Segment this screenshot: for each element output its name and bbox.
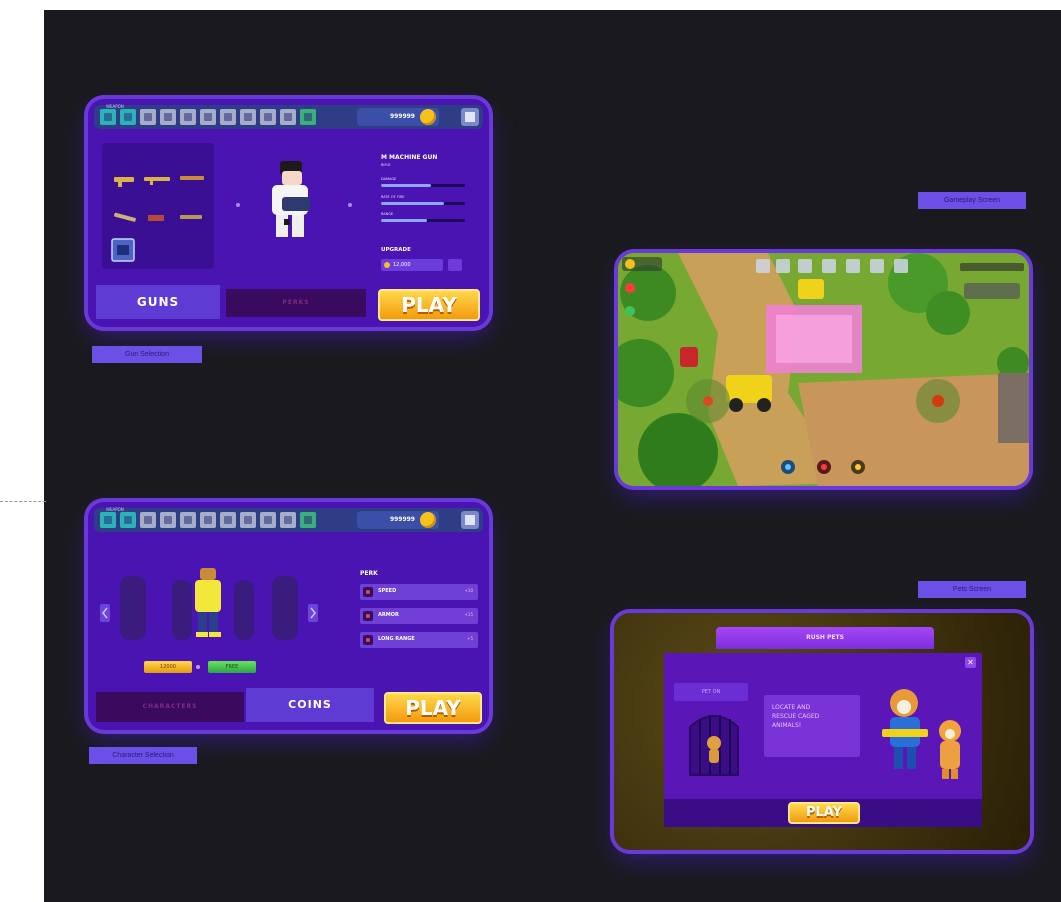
label-pets-screen: Pets Screen — [918, 581, 1026, 598]
gameplay-screen — [618, 253, 1029, 486]
tab-category[interactable] — [100, 512, 116, 528]
message-line: RESCUE CAGED — [772, 713, 820, 720]
upgrade-cost: 12,000 — [393, 262, 411, 268]
design-canvas: WEAPON 999999 M MACHINE GUN RIFLE DAMAGE… — [0, 10, 1061, 902]
coin-amount: 999999 — [389, 516, 415, 523]
tab-coins[interactable]: COINS — [246, 688, 374, 722]
tab-category[interactable] — [240, 512, 256, 528]
game-world — [618, 253, 1029, 486]
stat-bar — [381, 219, 465, 222]
tab-category[interactable] — [280, 512, 296, 528]
tab-category[interactable] — [260, 109, 276, 125]
tab-category[interactable] — [300, 109, 316, 125]
stat-bar — [381, 202, 465, 205]
tab-category[interactable] — [180, 109, 196, 125]
store-icon[interactable] — [461, 511, 479, 529]
gun-thumbnails — [111, 176, 204, 262]
tab-characters[interactable]: CHARACTERS — [96, 692, 244, 722]
tab-category[interactable] — [260, 512, 276, 528]
tab-category[interactable] — [160, 109, 176, 125]
message-line: ANIMALS! — [772, 722, 802, 729]
tab-category[interactable] — [200, 109, 216, 125]
tab-category[interactable] — [120, 109, 136, 125]
tab-category[interactable] — [240, 109, 256, 125]
perk-row[interactable]: SPEED +10 — [360, 584, 478, 600]
perk-row[interactable]: LONG RANGE +5 — [360, 632, 478, 648]
tab-category[interactable] — [280, 109, 296, 125]
coin-counter: 999999 — [357, 511, 439, 529]
coin-amount: 999999 — [389, 113, 415, 120]
close-icon[interactable]: ✕ — [965, 657, 976, 668]
perk-name: ARMOR — [378, 612, 399, 618]
gun-thumb — [114, 176, 204, 222]
gun-type: RIFLE — [381, 163, 391, 167]
tab-perks[interactable]: PERKS — [226, 289, 366, 317]
tab-category[interactable] — [120, 512, 136, 528]
tab-category[interactable] — [300, 512, 316, 528]
tab-guns[interactable]: GUNS — [96, 285, 220, 319]
perk-name: SPEED — [378, 588, 397, 594]
label-gameplay-screen: Gameplay Screen — [918, 192, 1026, 209]
tab-category[interactable] — [160, 512, 176, 528]
pet-on-label: PET ON — [674, 683, 748, 701]
label-character-selection: Character Selection — [89, 747, 197, 764]
perks-title: PERK — [360, 570, 378, 577]
arrow-right-icon — [348, 203, 352, 207]
perk-icon — [363, 635, 373, 645]
pets-dialog: ✕ PET ON LOCATE AND RESCUE CAGED ANIMALS… — [664, 653, 982, 827]
gun-grid — [102, 143, 214, 269]
tab-category[interactable] — [140, 109, 156, 125]
coin-counter: 999999 — [357, 108, 439, 126]
play-button[interactable]: PLAY — [378, 289, 480, 321]
tab-category[interactable] — [220, 109, 236, 125]
stat-label: RANGE — [381, 212, 394, 216]
upgrade-info-button[interactable] — [448, 259, 462, 271]
category-tabs — [100, 109, 316, 125]
perk-value: +5 — [467, 636, 473, 641]
top-bar: WEAPON 999999 — [94, 507, 483, 532]
perk-icon — [363, 611, 373, 621]
arrow-left-icon — [100, 604, 110, 622]
gun-name: M MACHINE GUN — [381, 154, 438, 161]
pet-characters — [882, 689, 961, 779]
coin-icon — [384, 262, 390, 268]
arrow-left-icon — [236, 203, 240, 207]
play-button[interactable]: PLAY — [384, 692, 482, 724]
perk-row[interactable]: ARMOR +15 — [360, 608, 478, 624]
character-preview — [236, 161, 352, 237]
character-selection-screen: WEAPON 999999 12000 FREE PERK SPEED +10 … — [88, 502, 489, 730]
perk-name: LONG RANGE — [378, 636, 415, 642]
coin-icon — [420, 512, 436, 528]
gun-selection-screen: WEAPON 999999 M MACHINE GUN RIFLE DAMAGE… — [88, 99, 489, 327]
price-gold-button[interactable]: 12000 — [144, 661, 192, 673]
message-line: LOCATE AND — [772, 704, 811, 711]
perk-icon — [363, 587, 373, 597]
upgrade-button[interactable]: 12,000 — [381, 259, 443, 271]
pets-header: RUSH PETS — [716, 627, 934, 649]
stat-label: RATE OF FIRE — [381, 195, 405, 199]
arrow-right-icon — [308, 604, 318, 622]
price-green-button[interactable]: FREE — [208, 661, 256, 673]
store-icon[interactable] — [461, 108, 479, 126]
tab-category[interactable] — [140, 512, 156, 528]
connector-line — [0, 501, 46, 502]
tab-category[interactable] — [200, 512, 216, 528]
label-gun-selection: Gun Selection — [92, 346, 202, 363]
tab-category[interactable] — [220, 512, 236, 528]
upgrade-label: UPGRADE — [381, 247, 411, 253]
top-bar: WEAPON 999999 — [94, 104, 483, 129]
stat-label: DAMAGE — [381, 177, 397, 181]
category-tabs — [100, 512, 316, 528]
stat-bar — [381, 184, 465, 187]
perk-value: +10 — [464, 588, 473, 593]
perk-value: +15 — [464, 612, 473, 617]
rescue-message: LOCATE AND RESCUE CAGED ANIMALS! — [764, 695, 860, 757]
tab-category[interactable] — [100, 109, 116, 125]
play-button[interactable]: PLAY — [788, 802, 860, 824]
tab-category[interactable] — [180, 512, 196, 528]
cage-icon — [689, 715, 739, 776]
pets-screen: RUSH PETS ✕ PET ON LOCATE AND RESCUE CAG… — [614, 613, 1030, 850]
coin-icon — [420, 109, 436, 125]
separator-dot — [196, 665, 200, 669]
